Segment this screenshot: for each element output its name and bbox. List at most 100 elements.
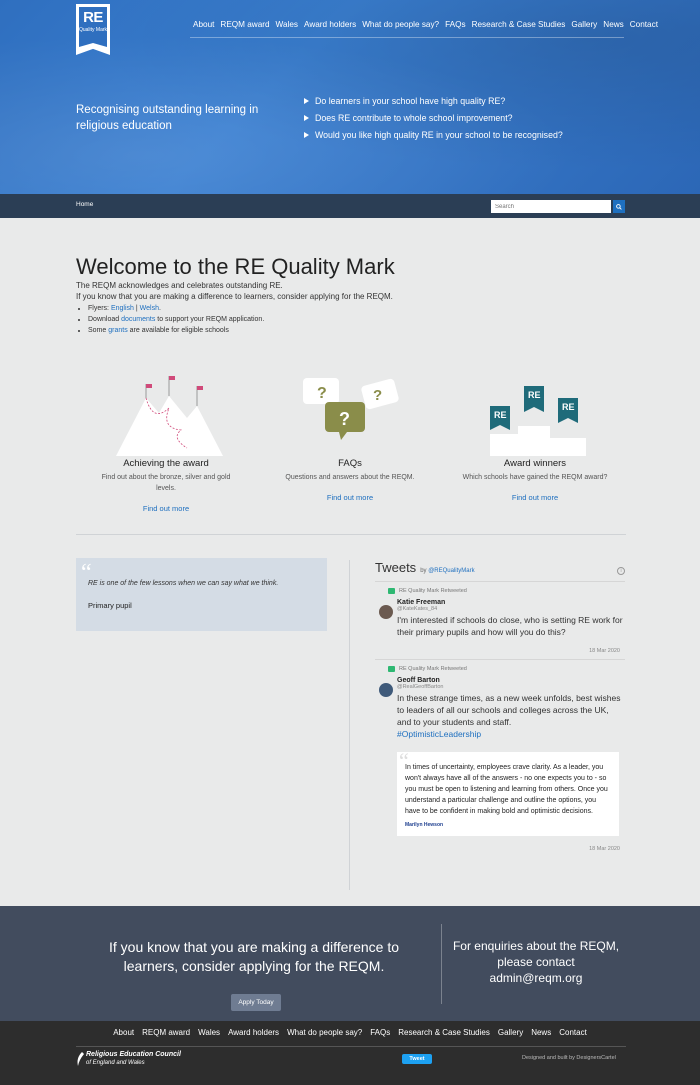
tweet-date[interactable]: 18 Mar 2020 (397, 648, 620, 654)
feature-title: FAQs (338, 458, 362, 469)
hero-banner: RE Quality Mark About REQM award Wales A… (0, 0, 700, 194)
intro-text: The REQM acknowledges and celebrates out… (76, 280, 393, 336)
tweet-author-handle[interactable]: @RealGeoffBarton (397, 684, 625, 690)
logo-sub-text: Quality Mark (78, 27, 108, 33)
tweet-author-name[interactable]: Katie Freeman (397, 599, 625, 606)
hero-question-text: Does RE contribute to whole school impro… (315, 113, 513, 123)
footer-nav-faqs[interactable]: FAQs (366, 1028, 394, 1037)
breadcrumb-home[interactable]: Home (76, 201, 93, 208)
footer-divider (76, 1046, 626, 1047)
tweet[interactable]: RE Quality Mark Retweeted Geoff Barton @… (375, 660, 625, 852)
find-out-more-link[interactable]: Find out more (275, 493, 425, 502)
nav-award-holders[interactable]: Award holders (301, 20, 359, 29)
footer-nav-about[interactable]: About (109, 1028, 138, 1037)
tweet-text-body: In these strange times, as a new week un… (397, 693, 621, 727)
nav-news[interactable]: News (600, 20, 626, 29)
hashtag-link[interactable]: #OptimisticLeadership (397, 729, 481, 739)
footer-nav-reqm-award[interactable]: REQM award (138, 1028, 194, 1037)
retweet-label: RE Quality Mark Retweeted (388, 588, 625, 594)
find-out-more-link[interactable]: Find out more (460, 493, 610, 502)
tweet-author-name[interactable]: Geoff Barton (397, 677, 625, 684)
hero-question: Do learners in your school have high qua… (304, 96, 563, 106)
call-to-action: If you know that you are making a differ… (0, 906, 700, 1021)
timeline-byline: by @REQualityMark (420, 568, 474, 574)
tweet-button[interactable]: Tweet (402, 1054, 432, 1064)
tweet-author-handle[interactable]: @KateKates_84 (397, 606, 625, 612)
feature-faqs: ? ? ? FAQs Questions and answers about t… (275, 368, 425, 502)
info-icon[interactable]: i (617, 567, 625, 575)
avatar[interactable] (379, 683, 393, 697)
flyer-english-link[interactable]: English (111, 305, 134, 312)
download-prefix: Download (88, 316, 122, 323)
documents-link[interactable]: documents (121, 316, 155, 323)
avatar[interactable] (379, 605, 393, 619)
logo-main-text: RE (83, 9, 103, 26)
feature-achieving-award: Achieving the award Find out about the b… (91, 368, 241, 513)
footer-nav-contact[interactable]: Contact (555, 1028, 591, 1037)
footer-nav-what-people-say[interactable]: What do people say? (283, 1028, 366, 1037)
svg-text:RE: RE (562, 402, 575, 412)
svg-text:RE: RE (494, 410, 507, 420)
apply-today-button[interactable]: Apply Today (231, 994, 281, 1011)
tweet-date[interactable]: 18 Mar 2020 (397, 846, 620, 852)
podium-illustration: RE RE RE (460, 368, 610, 456)
svg-text:RE: RE (528, 390, 541, 400)
quote-text: RE is one of the few lessons when we can… (88, 580, 279, 587)
nav-contact[interactable]: Contact (627, 20, 661, 29)
embedded-quote-author: Marilyn Hewson (405, 822, 444, 828)
footer-nav-research[interactable]: Research & Case Studies (394, 1028, 494, 1037)
intro-list: Flyers: English | Welsh. Download docume… (88, 303, 393, 336)
twitter-timeline: Tweets by @REQualityMark i RE Quality Ma… (375, 560, 625, 890)
grants-suffix: are available for eligible schools (127, 327, 229, 334)
list-item: Some grants are available for eligible s… (88, 325, 393, 336)
grants-prefix: Some (88, 327, 109, 334)
column-divider (349, 560, 350, 890)
tweet-embedded-image[interactable]: “ In times of uncertainty, employees cra… (397, 748, 619, 836)
footer-nav-gallery[interactable]: Gallery (494, 1028, 527, 1037)
nav-about[interactable]: About (190, 20, 217, 29)
rec-logo[interactable]: Religious Education Council of England an… (76, 1051, 181, 1067)
tweet-text: In these strange times, as a new week un… (397, 692, 625, 740)
rec-line1: Religious Education Council (86, 1051, 181, 1058)
cta-contact: For enquiries about the REQM, please con… (446, 938, 626, 986)
nav-reqm-award[interactable]: REQM award (217, 20, 272, 29)
footer-nav-wales[interactable]: Wales (194, 1028, 224, 1037)
main-nav: About REQM award Wales Award holders Wha… (190, 20, 658, 38)
footer-nav: About REQM award Wales Award holders Wha… (0, 1028, 700, 1037)
download-suffix: to support your REQM application. (155, 316, 265, 323)
tweet-button-label: Tweet (409, 1056, 425, 1062)
search-input[interactable] (491, 200, 611, 213)
retweet-icon (388, 588, 395, 594)
svg-text:?: ? (317, 385, 327, 402)
flyers-label: Flyers: (88, 305, 111, 312)
footer-nav-award-holders[interactable]: Award holders (224, 1028, 283, 1037)
nav-faqs[interactable]: FAQs (442, 20, 468, 29)
retweet-icon (388, 666, 395, 672)
flyers-end: . (158, 305, 161, 312)
nav-research[interactable]: Research & Case Studies (469, 20, 569, 29)
intro-line: The REQM acknowledges and celebrates out… (76, 281, 283, 290)
search-button[interactable] (613, 200, 625, 213)
footer-nav-news[interactable]: News (527, 1028, 555, 1037)
retweet-text: RE Quality Mark Retweeted (399, 666, 467, 672)
hero-questions: Do learners in your school have high qua… (304, 96, 563, 147)
contact-email[interactable]: admin@reqm.org (446, 970, 626, 986)
grants-link[interactable]: grants (108, 327, 127, 334)
find-out-more-link[interactable]: Find out more (91, 504, 241, 513)
intro-line: If you know that you are making a differ… (76, 292, 393, 301)
quote-author: Primary pupil (88, 601, 132, 610)
timeline-header: Tweets by @REQualityMark i (375, 560, 625, 582)
feature-award-winners: RE RE RE Award winners Which schools hav… (460, 368, 610, 502)
flyer-welsh-link[interactable]: Welsh (140, 305, 159, 312)
tweet[interactable]: RE Quality Mark Retweeted Katie Freeman … (375, 582, 625, 660)
nav-what-people-say[interactable]: What do people say? (359, 20, 442, 29)
list-item: Flyers: English | Welsh. (88, 303, 393, 314)
reqm-logo[interactable]: RE Quality Mark (76, 4, 110, 55)
feature-title: Achieving the award (123, 458, 209, 469)
timeline-handle-link[interactable]: @REQualityMark (428, 568, 474, 574)
mountains-illustration (91, 368, 241, 456)
nav-gallery[interactable]: Gallery (568, 20, 600, 29)
nav-wales[interactable]: Wales (273, 20, 301, 29)
bullet-arrow-icon (304, 132, 309, 138)
designer-credit[interactable]: Designed and built by DesignersCartel (522, 1055, 616, 1061)
